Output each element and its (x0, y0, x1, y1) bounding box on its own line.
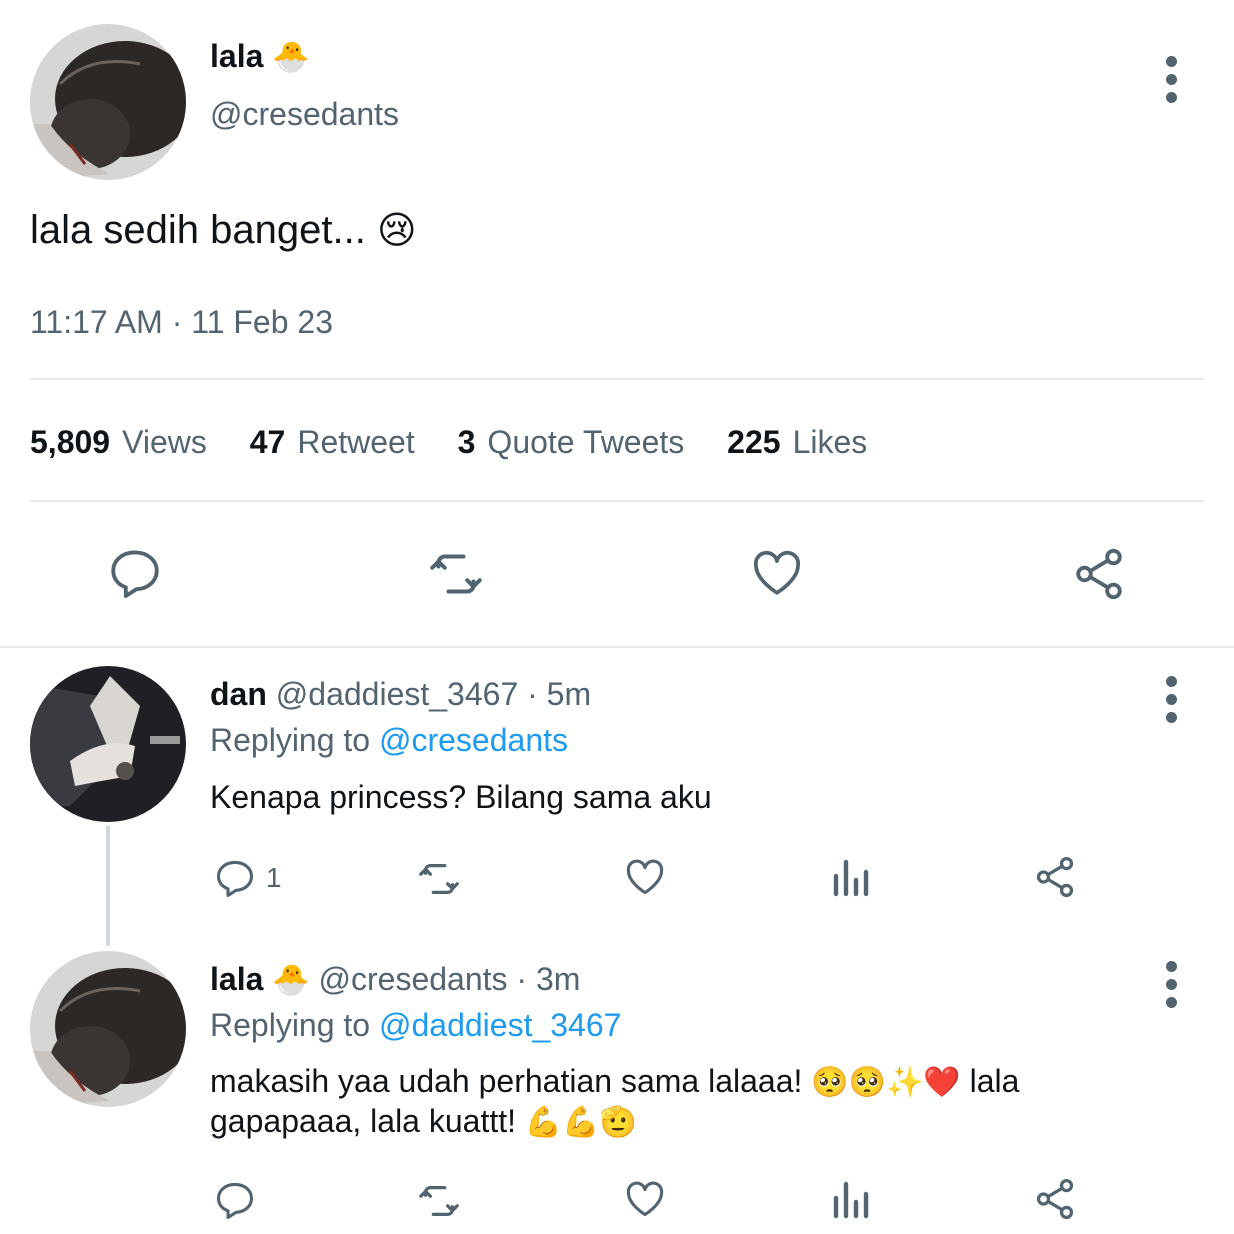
reply-more-icon[interactable] (1164, 676, 1178, 730)
stat-views[interactable]: 5,809 Views (30, 424, 207, 460)
analytics-icon[interactable] (830, 1178, 870, 1220)
divider (30, 378, 1204, 380)
replying-to-handle[interactable]: @daddiest_3467 (379, 1007, 621, 1043)
reply-text-line1: makasih yaa udah perhatian sama lalaaa! (210, 1063, 803, 1099)
analytics-icon[interactable] (830, 856, 870, 898)
tweet-text-body: lala sedih banget... (30, 208, 366, 252)
reply-text-line2-body: gapapaaa, lala kuattt! (210, 1103, 517, 1139)
thread-line (106, 826, 110, 946)
reply-icon[interactable] (106, 544, 164, 602)
tweet-text-emoji: 😢 (376, 208, 417, 252)
reply-author-handle[interactable]: @daddiest_3467 (276, 676, 518, 712)
retweet-icon[interactable] (414, 1178, 464, 1224)
author-name[interactable]: lala (210, 38, 263, 74)
stat-likes[interactable]: 225 Likes (727, 424, 867, 460)
replying-to-handle[interactable]: @cresedants (379, 722, 568, 758)
replying-to: Replying to @cresedants (210, 720, 568, 760)
reply-avatar[interactable] (30, 951, 186, 1107)
reply-header: lala 🐣 @cresedants · 3m (210, 959, 580, 1001)
replying-to-label: Replying to (210, 1007, 371, 1043)
retweet-icon[interactable] (424, 544, 488, 604)
reply-text-line2-emoji: 💪💪🫡 (524, 1105, 637, 1140)
tweet-text: lala sedih banget... 😢 (30, 206, 417, 254)
tweet-stats: 5,809 Views 47 Retweet 3 Quote Tweets 225 Li… (30, 422, 867, 462)
reply-more-icon[interactable] (1164, 961, 1178, 1015)
section-divider (0, 646, 1234, 648)
share-icon[interactable] (1032, 854, 1078, 900)
replying-to: Replying to @daddiest_3467 (210, 1005, 621, 1045)
replying-to-label: Replying to (210, 722, 371, 758)
tweet-more-icon[interactable] (1164, 56, 1178, 110)
reply-avatar[interactable] (30, 666, 186, 822)
reply-text-line1-tail: lala (969, 1063, 1020, 1099)
retweet-icon[interactable] (414, 856, 464, 902)
author-name-emoji: 🐣 (272, 40, 310, 75)
reply-header: dan @daddiest_3467 · 5m (210, 674, 591, 714)
stat-quote-tweets[interactable]: 3 Quote Tweets (458, 424, 685, 460)
tweet-timestamp[interactable]: 11:17 AM · 11 Feb 23 (30, 302, 333, 342)
stat-retweets[interactable]: 47 Retweet (250, 424, 415, 460)
reply-time[interactable]: · 3m (516, 961, 580, 997)
divider (30, 500, 1204, 502)
reply-author-handle[interactable]: @cresedants (319, 961, 508, 997)
like-icon[interactable] (622, 1177, 668, 1221)
reply-text: makasih yaa udah perhatian sama lalaaa! … (210, 1061, 1019, 1103)
reply-text: Kenapa princess? Bilang sama aku (210, 779, 712, 815)
share-icon[interactable] (1070, 545, 1128, 603)
reply-text-emoji: 🥺🥺✨❤️ (811, 1065, 961, 1100)
author-handle[interactable]: @cresedants (210, 94, 399, 134)
author-avatar[interactable] (30, 24, 186, 180)
reply-time[interactable]: · 5m (527, 676, 591, 712)
reply-count: 1 (266, 862, 282, 893)
reply-author-emoji: 🐣 (272, 963, 310, 998)
reply-author-name[interactable]: lala (210, 961, 263, 997)
reply-icon[interactable] (213, 856, 257, 900)
like-icon[interactable] (622, 855, 668, 899)
reply-author-name[interactable]: dan (210, 676, 267, 712)
author-name-row[interactable]: lala 🐣 (210, 36, 310, 78)
share-icon[interactable] (1032, 1176, 1078, 1222)
like-icon[interactable] (748, 545, 806, 601)
reply-text-line2: gapapaaa, lala kuattt! 💪💪🫡 (210, 1101, 637, 1143)
reply-icon[interactable] (213, 1178, 257, 1222)
